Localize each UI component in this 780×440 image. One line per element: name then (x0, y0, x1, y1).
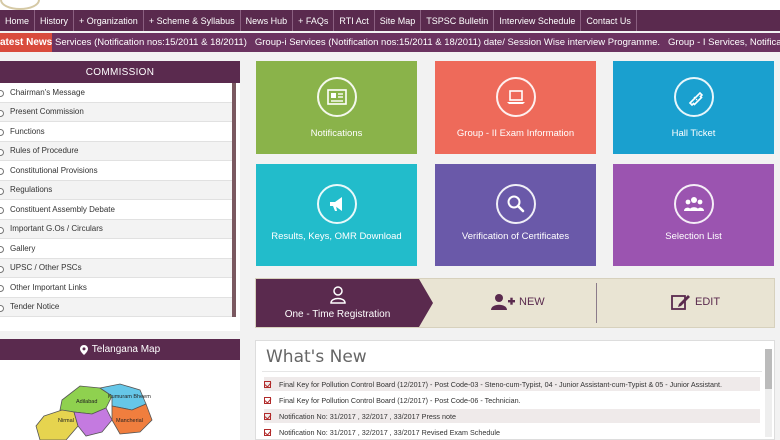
sidebar-item-rules-of-procedure[interactable]: Rules of Procedure (0, 141, 232, 161)
news-ticker: atest News Services (Notification nos:15… (0, 33, 780, 52)
sidebar-list: Chairman's Message Present Commission Fu… (0, 83, 236, 317)
news-item-text: Final Key for Pollution Control Board (1… (279, 395, 521, 405)
news-item[interactable]: Notification No: 31/2017 , 32/2017 , 33/… (264, 425, 760, 439)
newspaper-icon (316, 77, 357, 117)
ticket-icon (673, 77, 714, 117)
map-pin-icon (79, 344, 88, 355)
news-item[interactable]: Final Key for Pollution Control Board (1… (264, 393, 760, 407)
nav-site-map[interactable]: Site Map (375, 10, 422, 31)
news-item[interactable]: Final Key for Pollution Control Board (1… (264, 377, 760, 391)
map-label-kumuram-bheem: Kumuram Bheem (108, 394, 151, 400)
nav-contact-us[interactable]: Contact Us (581, 10, 637, 31)
tile-label: Hall Ticket (671, 128, 716, 139)
one-time-registration: One - Time Registration (256, 279, 419, 327)
tile-notifications[interactable]: Notifications (256, 61, 417, 154)
megaphone-icon (316, 184, 357, 224)
ticker-label: atest News (0, 33, 52, 52)
map-label-adilabad: Adilabad (76, 399, 97, 405)
tile-selection-list[interactable]: Selection List (613, 164, 774, 266)
commission-sidebar: COMMISSION Chairman's Message Present Co… (0, 61, 240, 331)
whats-new-title: What's New (266, 347, 367, 367)
registration-bar: One - Time Registration NEW EDIT (255, 278, 775, 328)
ticker-text: Services (Notification nos:15/2011 & 18/… (55, 33, 780, 52)
header-strip (0, 0, 780, 10)
tile-label: Notifications (310, 128, 363, 139)
registration-title: One - Time Registration (284, 309, 391, 320)
sidebar-item-tender-notice[interactable]: Tender Notice (0, 297, 232, 317)
nav-news-hub[interactable]: News Hub (241, 10, 294, 31)
sidebar-item-regulations[interactable]: Regulations (0, 180, 232, 200)
tile-verification-certificates[interactable]: Verification of Certificates (435, 164, 596, 266)
map-title: Telangana Map (0, 339, 240, 360)
sidebar-title: COMMISSION (0, 61, 240, 83)
new-registration-button[interactable]: NEW (491, 289, 545, 315)
news-item-text: Notification No: 31/2017 , 32/2017 , 33/… (279, 427, 500, 437)
nav-interview-schedule[interactable]: Interview Schedule (494, 10, 582, 31)
divider (596, 283, 597, 323)
nav-organization[interactable]: + Organization (74, 10, 144, 31)
tile-label: Group - II Exam Information (456, 128, 575, 139)
nav-home[interactable]: Home (0, 10, 36, 31)
edit-label: EDIT (695, 296, 721, 308)
ticker-item[interactable]: Group - I Services, Notification Nos. (668, 37, 780, 48)
sidebar-item-other-important-links[interactable]: Other Important Links (0, 278, 232, 298)
sidebar-item-constituent-assembly-debate[interactable]: Constituent Assembly Debate (0, 200, 232, 220)
sidebar-item-important-gos[interactable]: Important G.Os / Circulars (0, 219, 232, 239)
sidebar-item-upsc-other-pscs[interactable]: UPSC / Other PSCs (0, 258, 232, 278)
map-label-mancherial: Mancherial (116, 418, 143, 424)
registration-arrow (419, 279, 433, 327)
nav-history[interactable]: History (35, 10, 75, 31)
sidebar-item-gallery[interactable]: Gallery (0, 239, 232, 259)
checkbox-icon (264, 396, 271, 404)
nav-faqs[interactable]: + FAQs (293, 10, 335, 31)
map-label-nirmal: Nirmal (58, 418, 74, 424)
sidebar-item-present-commission[interactable]: Present Commission (0, 102, 232, 122)
sidebar-item-functions[interactable]: Functions (0, 122, 232, 142)
tile-group-ii-exam-info[interactable]: Group - II Exam Information (435, 61, 596, 154)
tile-label: Verification of Certificates (461, 231, 570, 242)
divider (262, 371, 762, 372)
checkbox-icon (264, 412, 271, 420)
main-nav: Home History + Organization + Scheme & S… (0, 10, 780, 31)
map-title-label: Telangana Map (91, 344, 161, 355)
ticker-item[interactable]: Services (Notification nos:15/2011 & 18/… (55, 37, 247, 48)
sidebar-item-chairmans-message[interactable]: Chairman's Message (0, 83, 232, 103)
edit-registration-button[interactable]: EDIT (671, 289, 720, 315)
news-item[interactable]: Notification No: 31/2017 , 32/2017 , 33/… (264, 409, 760, 423)
checkbox-icon (264, 428, 271, 436)
news-item-text: Final Key for Pollution Control Board (1… (279, 379, 723, 389)
logo[interactable] (0, 0, 40, 10)
edit-icon (671, 295, 690, 310)
tile-results-keys-omr[interactable]: Results, Keys, OMR Download (256, 164, 417, 266)
scrollbar-thumb[interactable] (765, 349, 772, 389)
nav-tspsc-bulletin[interactable]: TSPSC Bulletin (421, 10, 495, 31)
news-item-text: Notification No: 31/2017 , 32/2017 , 33/… (279, 411, 457, 421)
sidebar-item-constitutional-provisions[interactable]: Constitutional Provisions (0, 161, 232, 181)
checkbox-icon (264, 380, 271, 388)
nav-rti-act[interactable]: RTI Act (334, 10, 375, 31)
users-icon (673, 184, 714, 224)
magnifier-icon (495, 184, 536, 224)
telangana-map[interactable]: Adilabad Kumuram Bheem Nirmal Mancherial (0, 360, 240, 440)
map-graphic: Adilabad Kumuram Bheem Nirmal Mancherial (35, 383, 153, 440)
whats-new-panel: What's New Final Key for Pollution Contr… (255, 340, 775, 440)
scrollbar[interactable] (765, 349, 772, 437)
tile-label: Selection List (665, 231, 722, 242)
user-icon (330, 286, 346, 304)
laptop-icon (495, 77, 536, 117)
new-label: NEW (519, 296, 545, 308)
tile-hall-ticket[interactable]: Hall Ticket (613, 61, 774, 154)
ticker-item[interactable]: Group-i Services (Notification nos:15/20… (255, 37, 660, 48)
nav-scheme-syllabus[interactable]: + Scheme & Syllabus (144, 10, 241, 31)
add-user-icon (491, 294, 515, 310)
tile-label: Results, Keys, OMR Download (271, 231, 402, 242)
